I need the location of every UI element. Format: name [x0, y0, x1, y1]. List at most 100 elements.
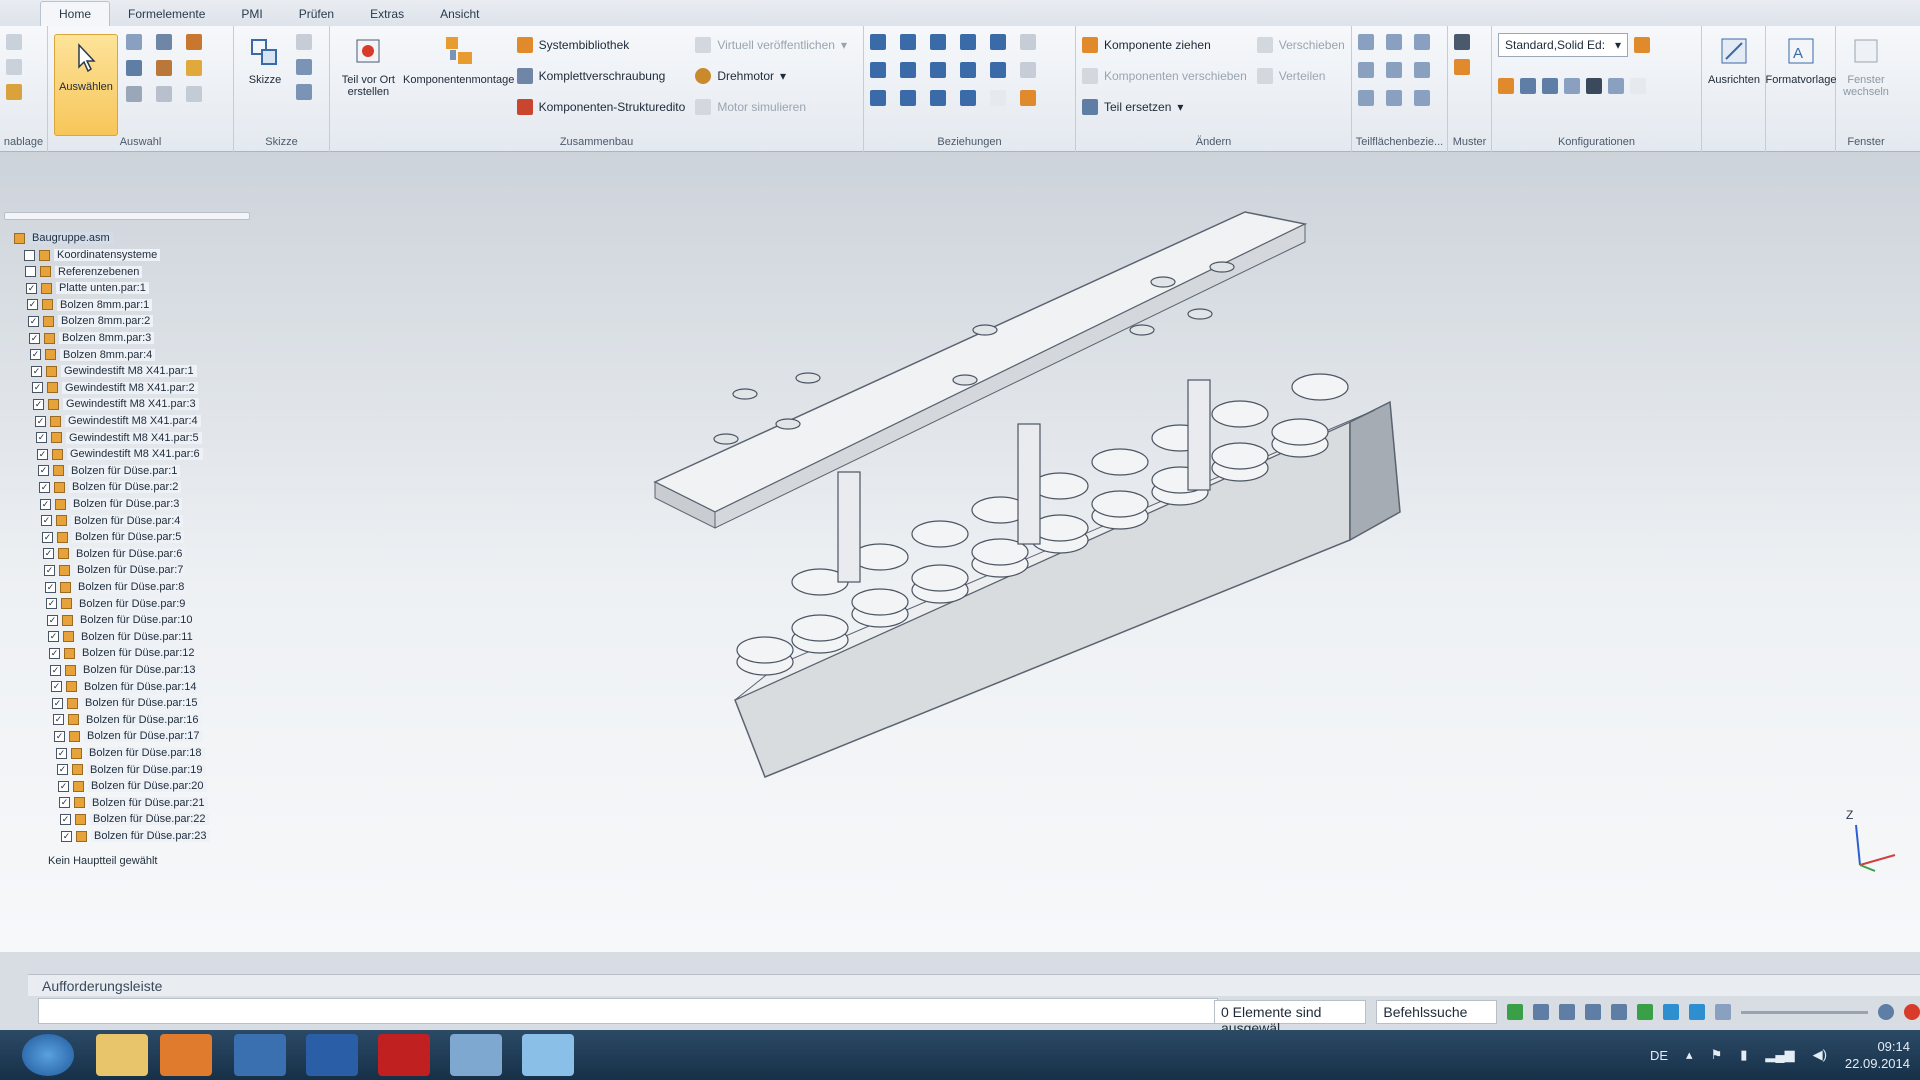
tangent-icon[interactable] — [990, 34, 1006, 50]
language-indicator[interactable]: DE — [1650, 1048, 1668, 1063]
tree-item[interactable]: Referenzebenen — [25, 265, 143, 278]
visibility-checkbox[interactable]: ✓ — [28, 315, 39, 327]
explorer-icon[interactable] — [96, 1034, 148, 1076]
structure-editor-button[interactable]: Komponenten-Strukturedito — [516, 96, 685, 118]
lock-part-icon[interactable] — [156, 60, 172, 76]
paste-icon[interactable] — [6, 34, 22, 50]
tree-item[interactable]: ✓ Bolzen für Düse.par:7 — [44, 564, 187, 577]
tree-item[interactable]: ✓ Bolzen für Düse.par:17 — [54, 730, 203, 743]
style-button[interactable]: A Formatvorlage — [1766, 34, 1836, 86]
visibility-checkbox[interactable]: ✓ — [57, 764, 68, 776]
visibility-checkbox[interactable]: ✓ — [36, 432, 47, 444]
solid-edge-icon[interactable] — [234, 1034, 286, 1076]
face-relate-icon[interactable] — [1358, 34, 1374, 50]
replace-part-button[interactable]: Teil ersetzen ▾ — [1082, 96, 1247, 118]
clock-app-icon[interactable] — [450, 1034, 502, 1076]
configuration-select[interactable]: Standard,Solid Ed: ▾ — [1498, 33, 1628, 57]
visibility-checkbox[interactable]: ✓ — [39, 481, 50, 493]
tree-item[interactable]: ✓ Bolzen für Düse.par:2 — [39, 481, 182, 494]
select-face-icon[interactable] — [186, 34, 202, 50]
visibility-checkbox[interactable]: ✓ — [48, 631, 59, 643]
select-pointer-icon[interactable] — [156, 34, 172, 50]
tab-home[interactable]: Home — [40, 1, 111, 26]
config-save-icon[interactable] — [1634, 37, 1650, 53]
connect-icon[interactable] — [930, 62, 946, 78]
distance-icon[interactable] — [960, 90, 976, 106]
media-player-icon[interactable] — [160, 1034, 212, 1076]
tree-item[interactable]: ✓ Bolzen für Düse.par:23 — [61, 830, 210, 842]
app-icon[interactable] — [522, 1034, 574, 1076]
view-icon[interactable] — [1663, 1004, 1680, 1020]
fit-icon[interactable] — [1585, 1004, 1602, 1020]
select-box-icon[interactable] — [126, 34, 142, 50]
visibility-checkbox[interactable]: ✓ — [29, 332, 40, 344]
camera-icon[interactable] — [1586, 78, 1602, 94]
visibility-checkbox[interactable]: ✓ — [30, 349, 41, 361]
distribute-button[interactable]: Verteilen — [1256, 65, 1345, 87]
visibility-checkbox[interactable]: ✓ — [31, 365, 42, 377]
tree-item[interactable]: ✓ Bolzen 8mm.par:4 — [30, 348, 156, 361]
visibility-checkbox[interactable]: ✓ — [60, 813, 71, 825]
zoom-in-icon[interactable] — [1878, 1004, 1894, 1020]
visibility-checkbox[interactable]: ✓ — [49, 647, 60, 659]
mirror-icon[interactable] — [1454, 59, 1470, 75]
tree-item[interactable]: ✓ Bolzen für Düse.par:9 — [46, 597, 189, 610]
visibility-checkbox[interactable]: ✓ — [44, 564, 55, 576]
select-button[interactable]: Auswählen — [54, 34, 118, 136]
tree-item[interactable]: ✓ Gewindestift M8 X41.par:3 — [33, 398, 199, 411]
visibility-checkbox[interactable]: ✓ — [46, 598, 57, 610]
tree-item[interactable]: ✓ Bolzen 8mm.par:2 — [28, 315, 154, 328]
visibility-checkbox[interactable]: ✓ — [42, 531, 53, 543]
visibility-checkbox[interactable] — [25, 266, 36, 278]
visibility-checkbox[interactable]: ✓ — [59, 797, 70, 809]
pattern-icon[interactable] — [1454, 34, 1470, 50]
move-components-button[interactable]: Komponenten verschieben — [1082, 65, 1247, 87]
publish-virtual-button[interactable]: Virtuell veröffentlichen ▾ — [695, 34, 847, 56]
create-part-in-place-button[interactable]: Teil vor Ort erstellen — [336, 34, 401, 98]
config-display-icon[interactable] — [1498, 78, 1514, 94]
ground-icon[interactable] — [900, 90, 916, 106]
tree-item[interactable]: ✓ Bolzen für Düse.par:15 — [52, 697, 201, 710]
zoom-area-icon[interactable] — [1533, 1004, 1550, 1020]
command-search[interactable]: Befehlssuche — [1376, 1000, 1498, 1024]
start-button[interactable] — [22, 1034, 74, 1076]
network-icon[interactable]: ▂▄▆ — [1765, 1047, 1794, 1063]
visibility-checkbox[interactable]: ✓ — [53, 714, 64, 726]
align-view-button[interactable]: Ausrichten — [1708, 34, 1760, 86]
chevron-down-icon[interactable] — [186, 86, 202, 102]
visibility-checkbox[interactable] — [24, 249, 35, 261]
visibility-checkbox[interactable]: ✓ — [54, 730, 65, 742]
tree-item[interactable]: ✓ Gewindestift M8 X41.par:1 — [31, 365, 197, 378]
tree-item[interactable]: ✓ Gewindestift M8 X41.par:4 — [35, 415, 201, 427]
system-library-button[interactable]: Systembibliothek — [516, 34, 686, 56]
prompt-input[interactable] — [38, 998, 1218, 1024]
center-icon[interactable] — [990, 62, 1006, 78]
tree-item[interactable]: ✓ Bolzen für Düse.par:13 — [50, 664, 199, 676]
tree-item[interactable]: ✓ Bolzen für Düse.par:14 — [51, 680, 200, 693]
tree-root[interactable]: Baugruppe.asm — [14, 232, 113, 244]
switch-window-button[interactable]: Fenster wechseln — [1842, 34, 1890, 98]
tree-item[interactable]: Koordinatensysteme — [24, 249, 161, 261]
outlook-icon[interactable] — [306, 1034, 358, 1076]
insert-icon[interactable] — [930, 34, 946, 50]
cam-icon[interactable] — [1020, 34, 1036, 50]
refresh-icon[interactable] — [1507, 1004, 1524, 1020]
visibility-checkbox[interactable]: ✓ — [27, 299, 38, 311]
face-perp-icon[interactable] — [1358, 62, 1374, 78]
filter-icon[interactable] — [126, 60, 142, 76]
zoom-icon[interactable] — [1559, 1004, 1576, 1020]
tray-expand-icon[interactable]: ▴ — [1686, 1047, 1693, 1063]
visibility-checkbox[interactable]: ✓ — [47, 614, 58, 626]
fastener-system-button[interactable]: Komplettverschraubung — [516, 65, 686, 87]
tree-item[interactable]: ✓ Gewindestift M8 X41.par:6 — [37, 448, 203, 461]
visibility-checkbox[interactable]: ✓ — [58, 780, 69, 792]
face-fix-icon[interactable] — [1414, 90, 1430, 106]
sketch-line-icon[interactable] — [296, 84, 312, 100]
tree-item[interactable]: ✓ Bolzen für Düse.par:11 — [48, 630, 196, 643]
visibility-checkbox[interactable]: ✓ — [41, 515, 52, 527]
visibility-checkbox[interactable]: ✓ — [33, 398, 44, 410]
tree-item[interactable]: ✓ Gewindestift M8 X41.par:5 — [36, 431, 202, 444]
component-assembly-button[interactable]: Komponentenmontage — [401, 34, 517, 86]
face-concentric-icon[interactable] — [1386, 90, 1402, 106]
axial-align-icon[interactable] — [900, 62, 916, 78]
